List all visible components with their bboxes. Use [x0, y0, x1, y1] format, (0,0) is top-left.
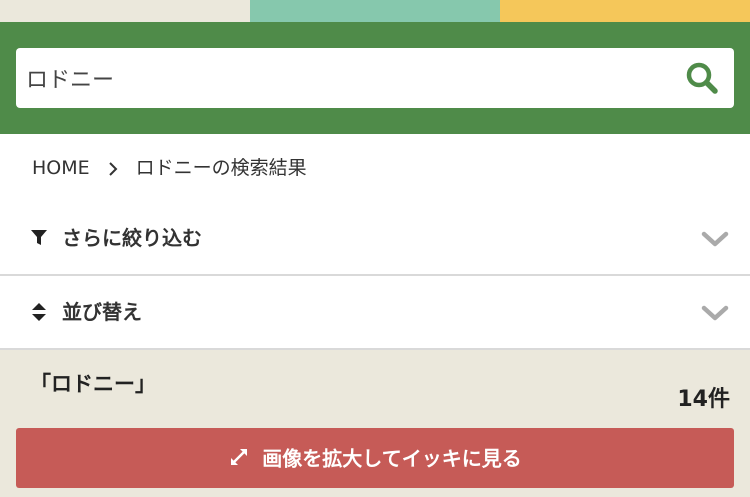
- sort-icon: [32, 303, 46, 321]
- narrow-down-accordion[interactable]: さらに絞り込む: [0, 202, 750, 276]
- breadcrumb: HOME ロドニーの検索結果: [32, 152, 307, 184]
- color-strip-teal: [250, 0, 500, 22]
- search-header: [0, 22, 750, 134]
- top-color-strip: [0, 0, 750, 22]
- enlarge-button-label: 画像を拡大してイッキに見る: [262, 446, 522, 471]
- search-input[interactable]: [26, 48, 666, 108]
- sort-accordion[interactable]: 並び替え: [0, 276, 750, 350]
- breadcrumb-separator: [90, 152, 136, 184]
- breadcrumb-home-link[interactable]: HOME: [32, 157, 90, 179]
- chevron-down-icon: [701, 231, 729, 247]
- enlarge-button-content: 画像を拡大してイッキに見る: [16, 428, 734, 488]
- sort-label: 並び替え: [62, 300, 142, 324]
- chevron-right-icon: [108, 161, 118, 176]
- filter-icon: [31, 230, 47, 245]
- search-query-title: 「ロドニー」: [30, 372, 156, 396]
- search-icon: [686, 62, 718, 94]
- result-count: 14件: [677, 387, 730, 412]
- enlarge-images-button[interactable]: 画像を拡大してイッキに見る: [16, 428, 734, 488]
- chevron-down-icon: [701, 305, 729, 321]
- search-box: [16, 48, 734, 108]
- breadcrumb-current: ロドニーの検索結果: [135, 157, 307, 179]
- narrow-down-label: さらに絞り込む: [62, 226, 202, 250]
- color-strip-beige: [0, 0, 250, 22]
- search-button[interactable]: [684, 61, 720, 95]
- color-strip-yellow: [500, 0, 750, 22]
- results-section: 「ロドニー」 14件 画像を拡大してイッキに見る: [0, 350, 750, 497]
- expand-icon: [231, 448, 248, 465]
